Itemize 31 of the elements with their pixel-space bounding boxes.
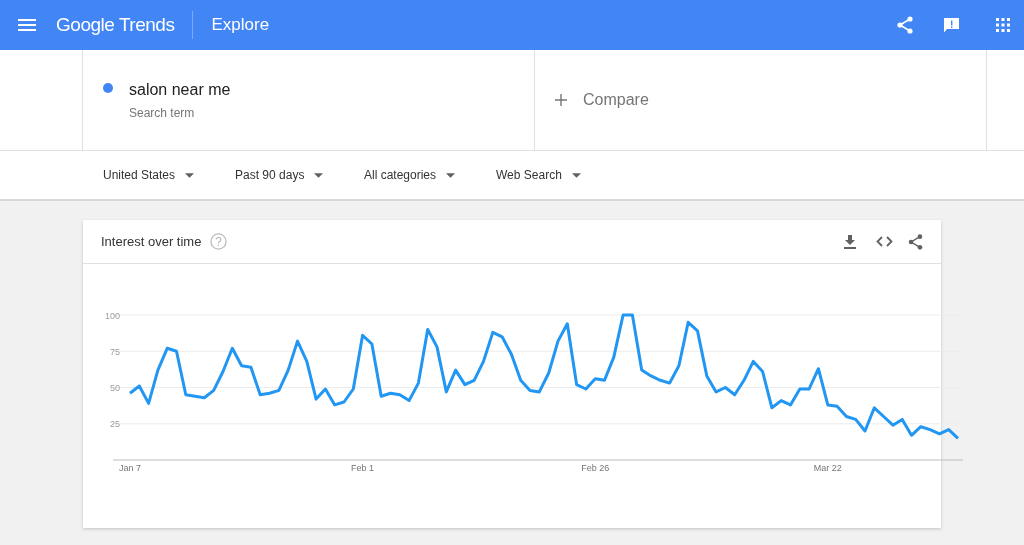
x-axis-label: Feb 1 [351,463,375,473]
logo[interactable]: Google Trends [56,10,175,40]
filter-dropdown[interactable]: United States [103,166,235,184]
help-icon[interactable] [210,233,228,250]
page-title: Explore [211,14,270,37]
search-term-label: Search term [129,105,196,122]
y-axis-label: 100 [104,310,120,321]
feedback-icon[interactable] [943,16,960,34]
caret-icon [185,172,195,178]
embed-code-icon[interactable] [876,236,893,247]
plus-icon [555,94,567,106]
caret-icon [314,172,324,178]
caret-icon [571,172,581,178]
download-icon[interactable] [844,234,856,249]
search-term[interactable]: salon near me [129,78,231,102]
y-axis-label: 25 [110,419,120,430]
share-icon[interactable] [897,16,913,34]
y-axis-label: 50 [110,383,120,393]
filter-dropdown[interactable]: All categories [364,166,496,184]
filter-dropdown[interactable]: Past 90 days [235,166,364,184]
y-axis-label: 75 [110,346,120,357]
compare-button[interactable]: Compare [555,88,649,112]
caret-icon [446,172,456,178]
share-icon[interactable] [908,233,923,250]
x-axis-label: Jan 7 [119,463,141,473]
apps-icon[interactable] [996,18,1010,32]
filter-dropdown[interactable]: Web Search [496,166,616,184]
x-axis-label: Mar 22 [813,463,842,473]
x-axis-label: Feb 26 [581,463,610,473]
card-title: Interest over time [101,232,202,251]
menu-icon[interactable] [18,18,36,32]
